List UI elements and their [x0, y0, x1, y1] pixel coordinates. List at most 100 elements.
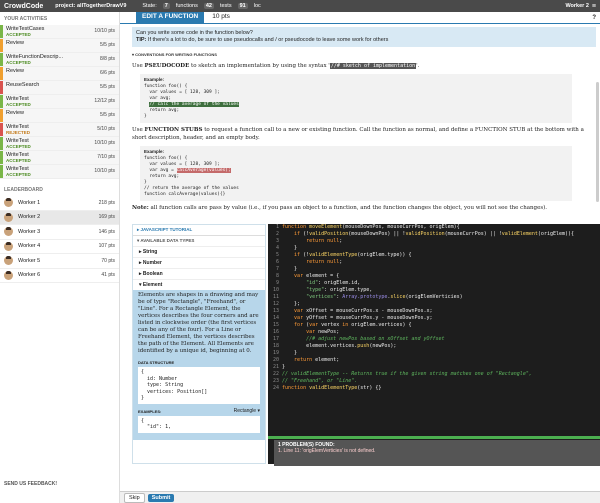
avatar: [4, 212, 13, 222]
code-line[interactable]: 18 element.vertices.push(newPos);: [268, 343, 600, 350]
note-text: all function calls are pass by value (i.…: [148, 205, 548, 211]
structure-label: DATA STRUCTURE: [138, 360, 175, 365]
stub-instruction: Use FUNCTION STUBS to request a function…: [132, 127, 584, 142]
type-item-string[interactable]: ▸ String: [133, 246, 265, 257]
code-line[interactable]: 21}: [268, 364, 600, 371]
code-line[interactable]: 9 "id": origElem.id,: [268, 280, 600, 287]
activity-item[interactable]: WriteFunctionDescrip... ACCEPTED 8/8 pts: [0, 53, 119, 67]
activity-points: 6/6 pts: [99, 70, 115, 76]
activity-item[interactable]: Review 5/5 pts: [0, 109, 119, 123]
line-code: var yOffset = mouseCurrPos.y - mouseDown…: [294, 315, 433, 321]
avatar: [4, 256, 13, 266]
code-line[interactable]: 15 for (var vertex in origElem.vertices)…: [268, 322, 600, 329]
code-line[interactable]: 10 "type": origElem.type,: [268, 287, 600, 294]
activity-points: 5/5 pts: [99, 84, 115, 90]
code-line[interactable]: 13 var xOffset = mouseCurrPos.x - mouseD…: [268, 308, 600, 315]
problem-item[interactable]: 1. Line 11: 'origElemVerticies' is not d…: [278, 448, 596, 454]
code-line[interactable]: 8 var element = {: [268, 273, 600, 280]
code-line[interactable]: 5 if (!validElementType(origElem.type)) …: [268, 252, 600, 259]
code-line[interactable]: 3 return null;: [268, 238, 600, 245]
line-number: 5: [275, 252, 279, 258]
types-header[interactable]: ▾ AVAILABLE DATA TYPES: [133, 235, 265, 246]
example-1-highlight: // calc the average of the values: [149, 102, 239, 107]
conventions-header[interactable]: ▾ CONVENTIONS FOR WRITING FUNCTIONS: [132, 51, 584, 59]
conventions-panel: ▾ CONVENTIONS FOR WRITING FUNCTIONS Use …: [132, 51, 584, 213]
example-code: { "id": 1,: [138, 415, 260, 433]
line-code: };: [282, 301, 301, 307]
code-line[interactable]: 19 }: [268, 350, 600, 357]
type-item-number[interactable]: ▸ Number: [133, 257, 265, 268]
code-line[interactable]: 12 };: [268, 301, 600, 308]
code-line[interactable]: 20 return element;: [268, 357, 600, 364]
tab-points: 10 pts: [212, 13, 230, 20]
user-menu[interactable]: Worker 2 ≡: [565, 3, 596, 10]
leaderboard-row: Worker 2 169 pts: [0, 210, 119, 225]
code-line[interactable]: 22// validElementType -- Returns true if…: [268, 371, 600, 378]
code-line[interactable]: 24 function validElementType(str) {}: [268, 385, 600, 392]
activity-item[interactable]: Review 6/6 pts: [0, 67, 119, 81]
element-description-text: Elements are shapes in a drawing and may…: [138, 292, 259, 354]
feedback-link[interactable]: SEND US FEEDBACK!: [4, 481, 57, 487]
scrollbar[interactable]: [596, 82, 599, 202]
activity-item[interactable]: Review 5/5 pts: [0, 39, 119, 53]
submit-button[interactable]: Submit: [147, 493, 175, 502]
activity-status-bar: [0, 123, 3, 136]
line-number: 13: [272, 308, 279, 314]
type-item-element[interactable]: ▾ Element: [133, 279, 265, 290]
line-code: if (!validElementType(origElem.type)) {: [294, 252, 412, 258]
functions-label: functions: [175, 3, 198, 9]
tutorial-header[interactable]: ▸ JAVASCRIPT TUTORIAL: [133, 225, 265, 235]
skip-button[interactable]: Skip: [124, 492, 145, 503]
line-code: "vertices": Array.prototype.slice(origEl…: [306, 294, 463, 300]
code-editor[interactable]: 1 function moveElement(mouseDownPos, mous…: [268, 224, 600, 464]
worker-points: 169 pts: [98, 214, 115, 221]
line-number: 17: [272, 336, 279, 342]
line-code: }: [282, 245, 298, 251]
activity-item[interactable]: ReuseSearch 5/5 pts: [0, 81, 119, 95]
line-number: 11: [272, 294, 279, 300]
line-code: return null;: [306, 259, 343, 265]
tab-edit-function[interactable]: EDIT A FUNCTION: [136, 12, 205, 23]
line-code: for (var vertex in origElem.vertices) {: [294, 322, 412, 328]
line-number: 12: [272, 301, 279, 307]
code-line[interactable]: 11 "vertices": Array.prototype.slice(ori…: [268, 294, 600, 301]
activity-item[interactable]: WriteTest REJECTED 5/10 pts: [0, 123, 119, 137]
code-line[interactable]: 6 return null;: [268, 259, 600, 266]
line-number: 19: [272, 350, 279, 356]
type-item-boolean[interactable]: ▸ Boolean: [133, 268, 265, 279]
activity-points: 8/8 pts: [99, 56, 115, 62]
example-code-1: Example: function foo() { var values = […: [140, 74, 572, 123]
worker-name: Worker 4: [18, 243, 41, 250]
code-line[interactable]: 1 function moveElement(mouseDownPos, mous…: [268, 224, 600, 231]
line-code: return null;: [306, 238, 343, 244]
leaderboard-row: Worker 1 218 pts: [0, 196, 119, 211]
app-logo[interactable]: CrowdCode: [4, 3, 43, 10]
worker-name: Worker 2: [565, 3, 589, 9]
line-number: 4: [275, 245, 279, 251]
avatar: [4, 227, 13, 237]
activity-item[interactable]: WriteTest ACCEPTED 12/12 pts: [0, 95, 119, 109]
code-line[interactable]: 2 if (!validPosition(mouseDownPos) || !v…: [268, 231, 600, 238]
activity-item[interactable]: WriteTest ACCEPTED 7/10 pts: [0, 151, 119, 165]
activity-item[interactable]: WriteTest ACCEPTED 10/10 pts: [0, 165, 119, 179]
line-number: 14: [272, 315, 279, 321]
code-line[interactable]: 16 var newPos;: [268, 329, 600, 336]
tests-label: tests: [219, 3, 232, 9]
activity-points: 7/10 pts: [97, 154, 115, 160]
menu-icon[interactable]: ≡: [592, 3, 596, 10]
line-number: 3: [275, 238, 279, 244]
code-line[interactable]: 4 }: [268, 245, 600, 252]
code-line[interactable]: 23// "Freehand", or "Line".: [268, 378, 600, 385]
line-number: 21: [272, 364, 279, 370]
activity-item[interactable]: WriteTestCases ACCEPTED 10/10 pts: [0, 25, 119, 39]
code-line[interactable]: 14 var yOffset = mouseCurrPos.y - mouseD…: [268, 315, 600, 322]
activity-item[interactable]: WriteTest ACCEPTED 10/10 pts: [0, 137, 119, 151]
examples-row: EXAMPLES: Rectangle ▾: [138, 408, 260, 415]
code-line[interactable]: 7 }: [268, 266, 600, 273]
code-line[interactable]: 17 //# adjust newPos based on xOffset an…: [268, 336, 600, 343]
examples-select[interactable]: Rectangle ▾: [234, 408, 260, 415]
activity-status-bar: [0, 53, 3, 66]
line-number: 23: [272, 378, 279, 384]
editor-status-bar: [268, 436, 600, 439]
help-icon[interactable]: ?: [592, 15, 596, 21]
